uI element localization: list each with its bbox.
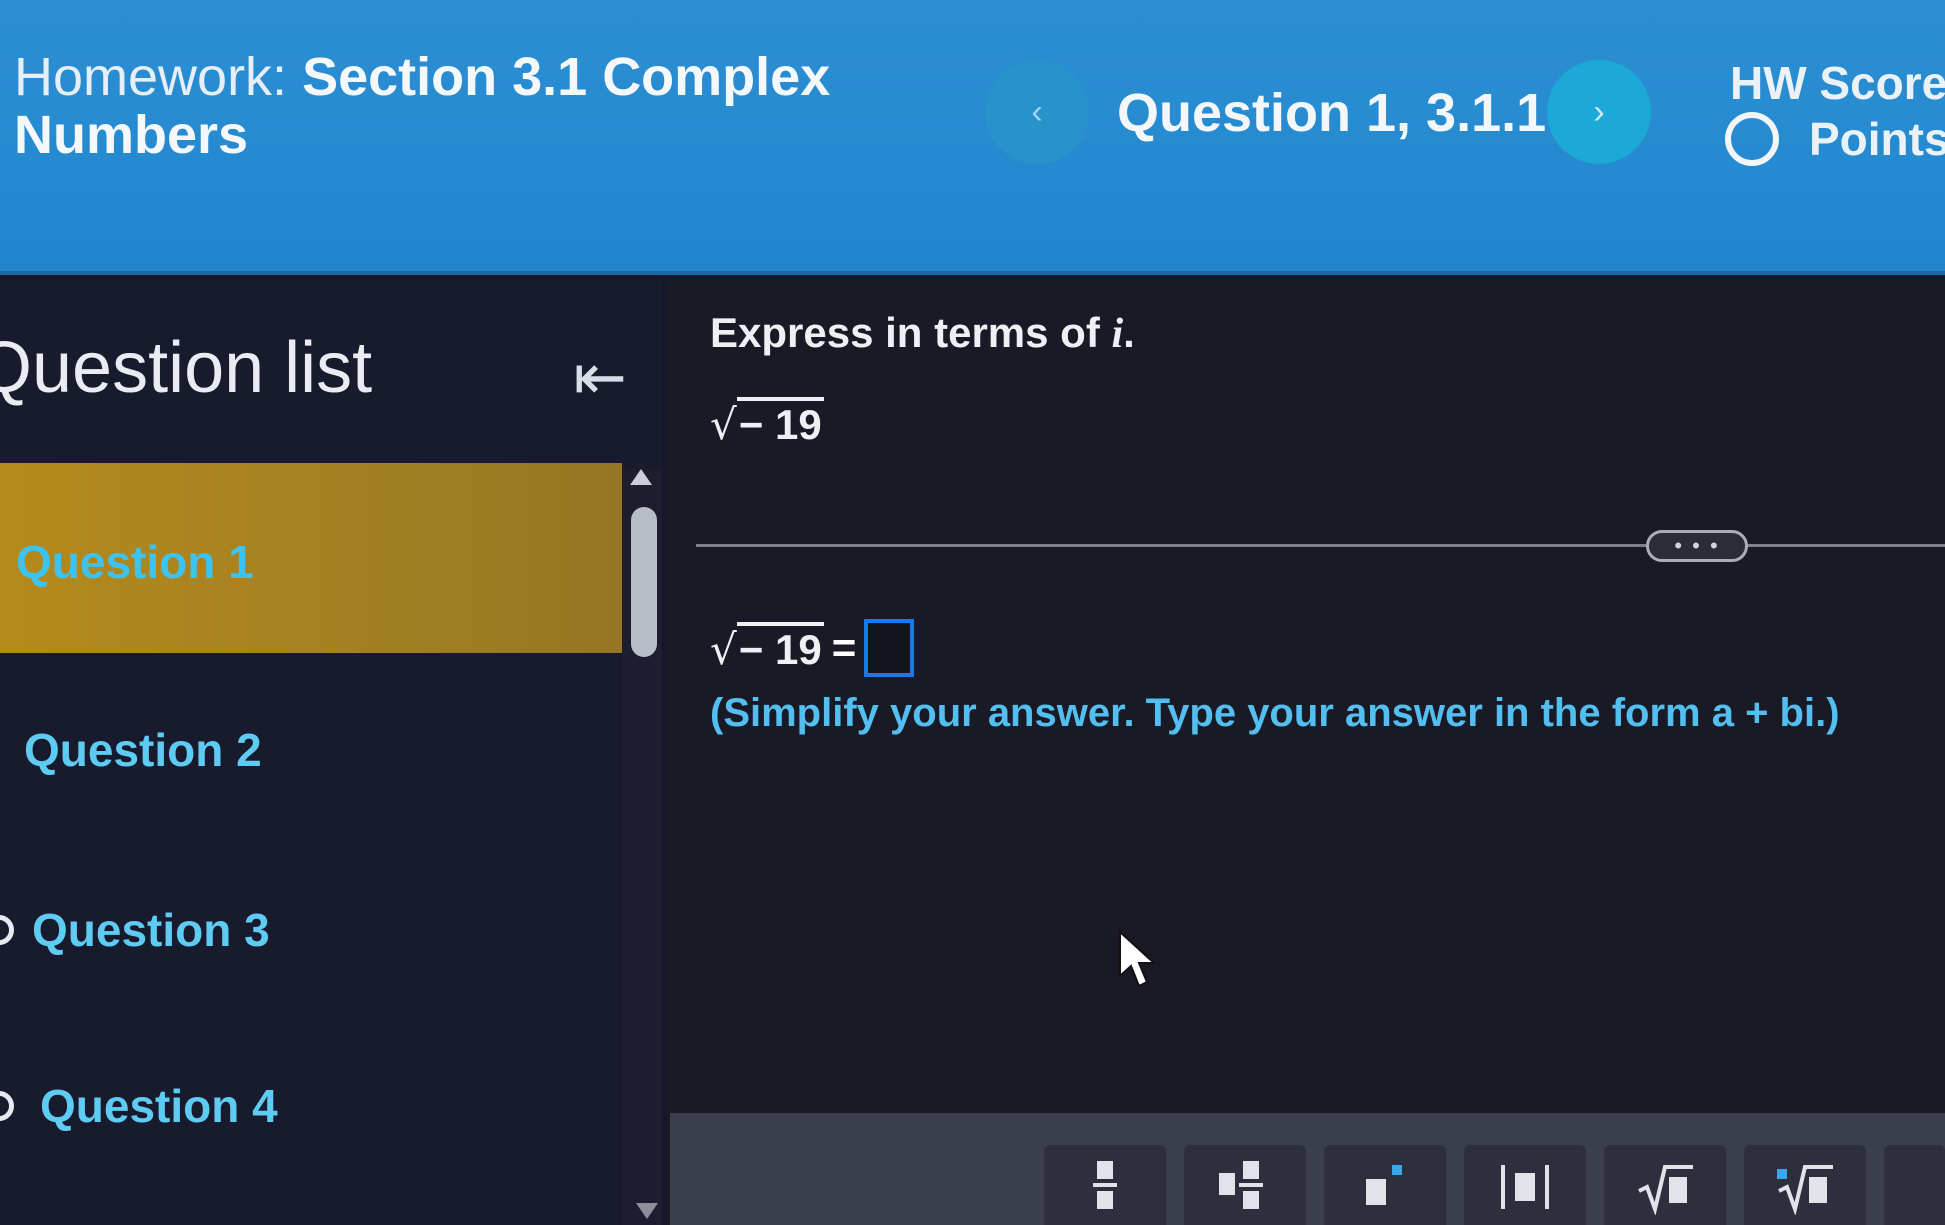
absolute-value-icon [1501, 1165, 1549, 1209]
instruction-text: Express in terms of [710, 309, 1112, 356]
question-list-title: Question list [0, 328, 373, 408]
question-expression: √ − 19 [710, 397, 824, 449]
chevron-left-icon: ‹ [1031, 92, 1043, 131]
nth-root-tool-button[interactable] [1744, 1145, 1866, 1225]
question-item-label: Question 2 [24, 724, 262, 776]
next-question-button[interactable]: › [1547, 60, 1651, 164]
square-root-tool-button[interactable] [1604, 1145, 1726, 1225]
chevron-right-icon: › [1593, 92, 1605, 131]
scroll-up-arrow-icon[interactable] [630, 469, 652, 485]
more-options-button[interactable]: • • • [1646, 530, 1748, 562]
answer-row: √ − 19 = [710, 619, 915, 677]
homework-label: Homework: [14, 47, 288, 107]
question-list-item-1[interactable]: Question 1 [0, 463, 622, 653]
fraction-icon [1093, 1161, 1117, 1209]
question-instruction: Express in terms of i. [710, 309, 1135, 358]
status-circle-icon [0, 915, 14, 945]
instruction-period: . [1123, 309, 1135, 356]
points-circle-icon [1725, 112, 1779, 166]
math-toolbar [670, 1113, 1945, 1225]
question-list-item-4[interactable]: Question 4 [0, 1007, 622, 1197]
mouse-cursor-icon [1119, 930, 1157, 988]
hw-score-label: HW Score: [1730, 57, 1945, 109]
fraction-tool-button[interactable] [1044, 1145, 1166, 1225]
question-item-label: Question 4 [40, 1080, 278, 1132]
equals-sign: = [831, 624, 857, 671]
question-title: Question 1, 3.1.1 [1117, 83, 1547, 143]
status-circle-icon [0, 1091, 14, 1121]
exponent-icon [1366, 1165, 1402, 1205]
collapse-panel-icon[interactable]: ⇤ [560, 337, 640, 417]
scroll-thumb[interactable] [631, 507, 657, 657]
question-list-panel: Question list ⇤ Question 1 Question 2 Qu… [0, 279, 662, 1225]
square-root-icon [1638, 1165, 1693, 1215]
mixed-number-icon [1219, 1161, 1263, 1209]
question-list-item-2[interactable]: Question 2 [0, 651, 622, 841]
answer-hint: (Simplify your answer. Type your answer … [710, 691, 1840, 735]
radicand: − 19 [736, 397, 824, 449]
absolute-value-tool-button[interactable] [1464, 1145, 1586, 1225]
question-list-scrollbar[interactable] [622, 469, 662, 1225]
imaginary-unit: i [1111, 311, 1124, 357]
question-content: Express in terms of i. √ − 19 • • • √ − … [666, 279, 1945, 1225]
previous-question-button[interactable]: ‹ [985, 60, 1089, 164]
radicand: − 19 [736, 622, 824, 674]
mixed-number-tool-button[interactable] [1184, 1145, 1306, 1225]
answer-input[interactable] [864, 619, 915, 677]
question-item-label: Question 1 [16, 536, 254, 588]
nth-root-icon [1777, 1165, 1833, 1215]
section-divider [696, 544, 1945, 547]
question-list-item-3[interactable]: Question 3 [0, 831, 622, 1021]
square-root-symbol: √ [710, 625, 737, 674]
more-tools-button[interactable] [1884, 1145, 1945, 1225]
exponent-tool-button[interactable] [1324, 1145, 1446, 1225]
scroll-down-arrow-icon[interactable] [636, 1203, 658, 1219]
question-item-label: Question 3 [32, 904, 270, 956]
homework-title: Homework: Section 3.1 Complex Numbers [14, 48, 874, 164]
header-bar: Homework: Section 3.1 Complex Numbers ‹ … [0, 0, 1945, 275]
points-label: Points [1809, 113, 1945, 165]
answer-expression: √ − 19 [710, 622, 824, 674]
points-indicator: Points [1725, 112, 1945, 166]
square-root-symbol: √ [710, 400, 737, 449]
